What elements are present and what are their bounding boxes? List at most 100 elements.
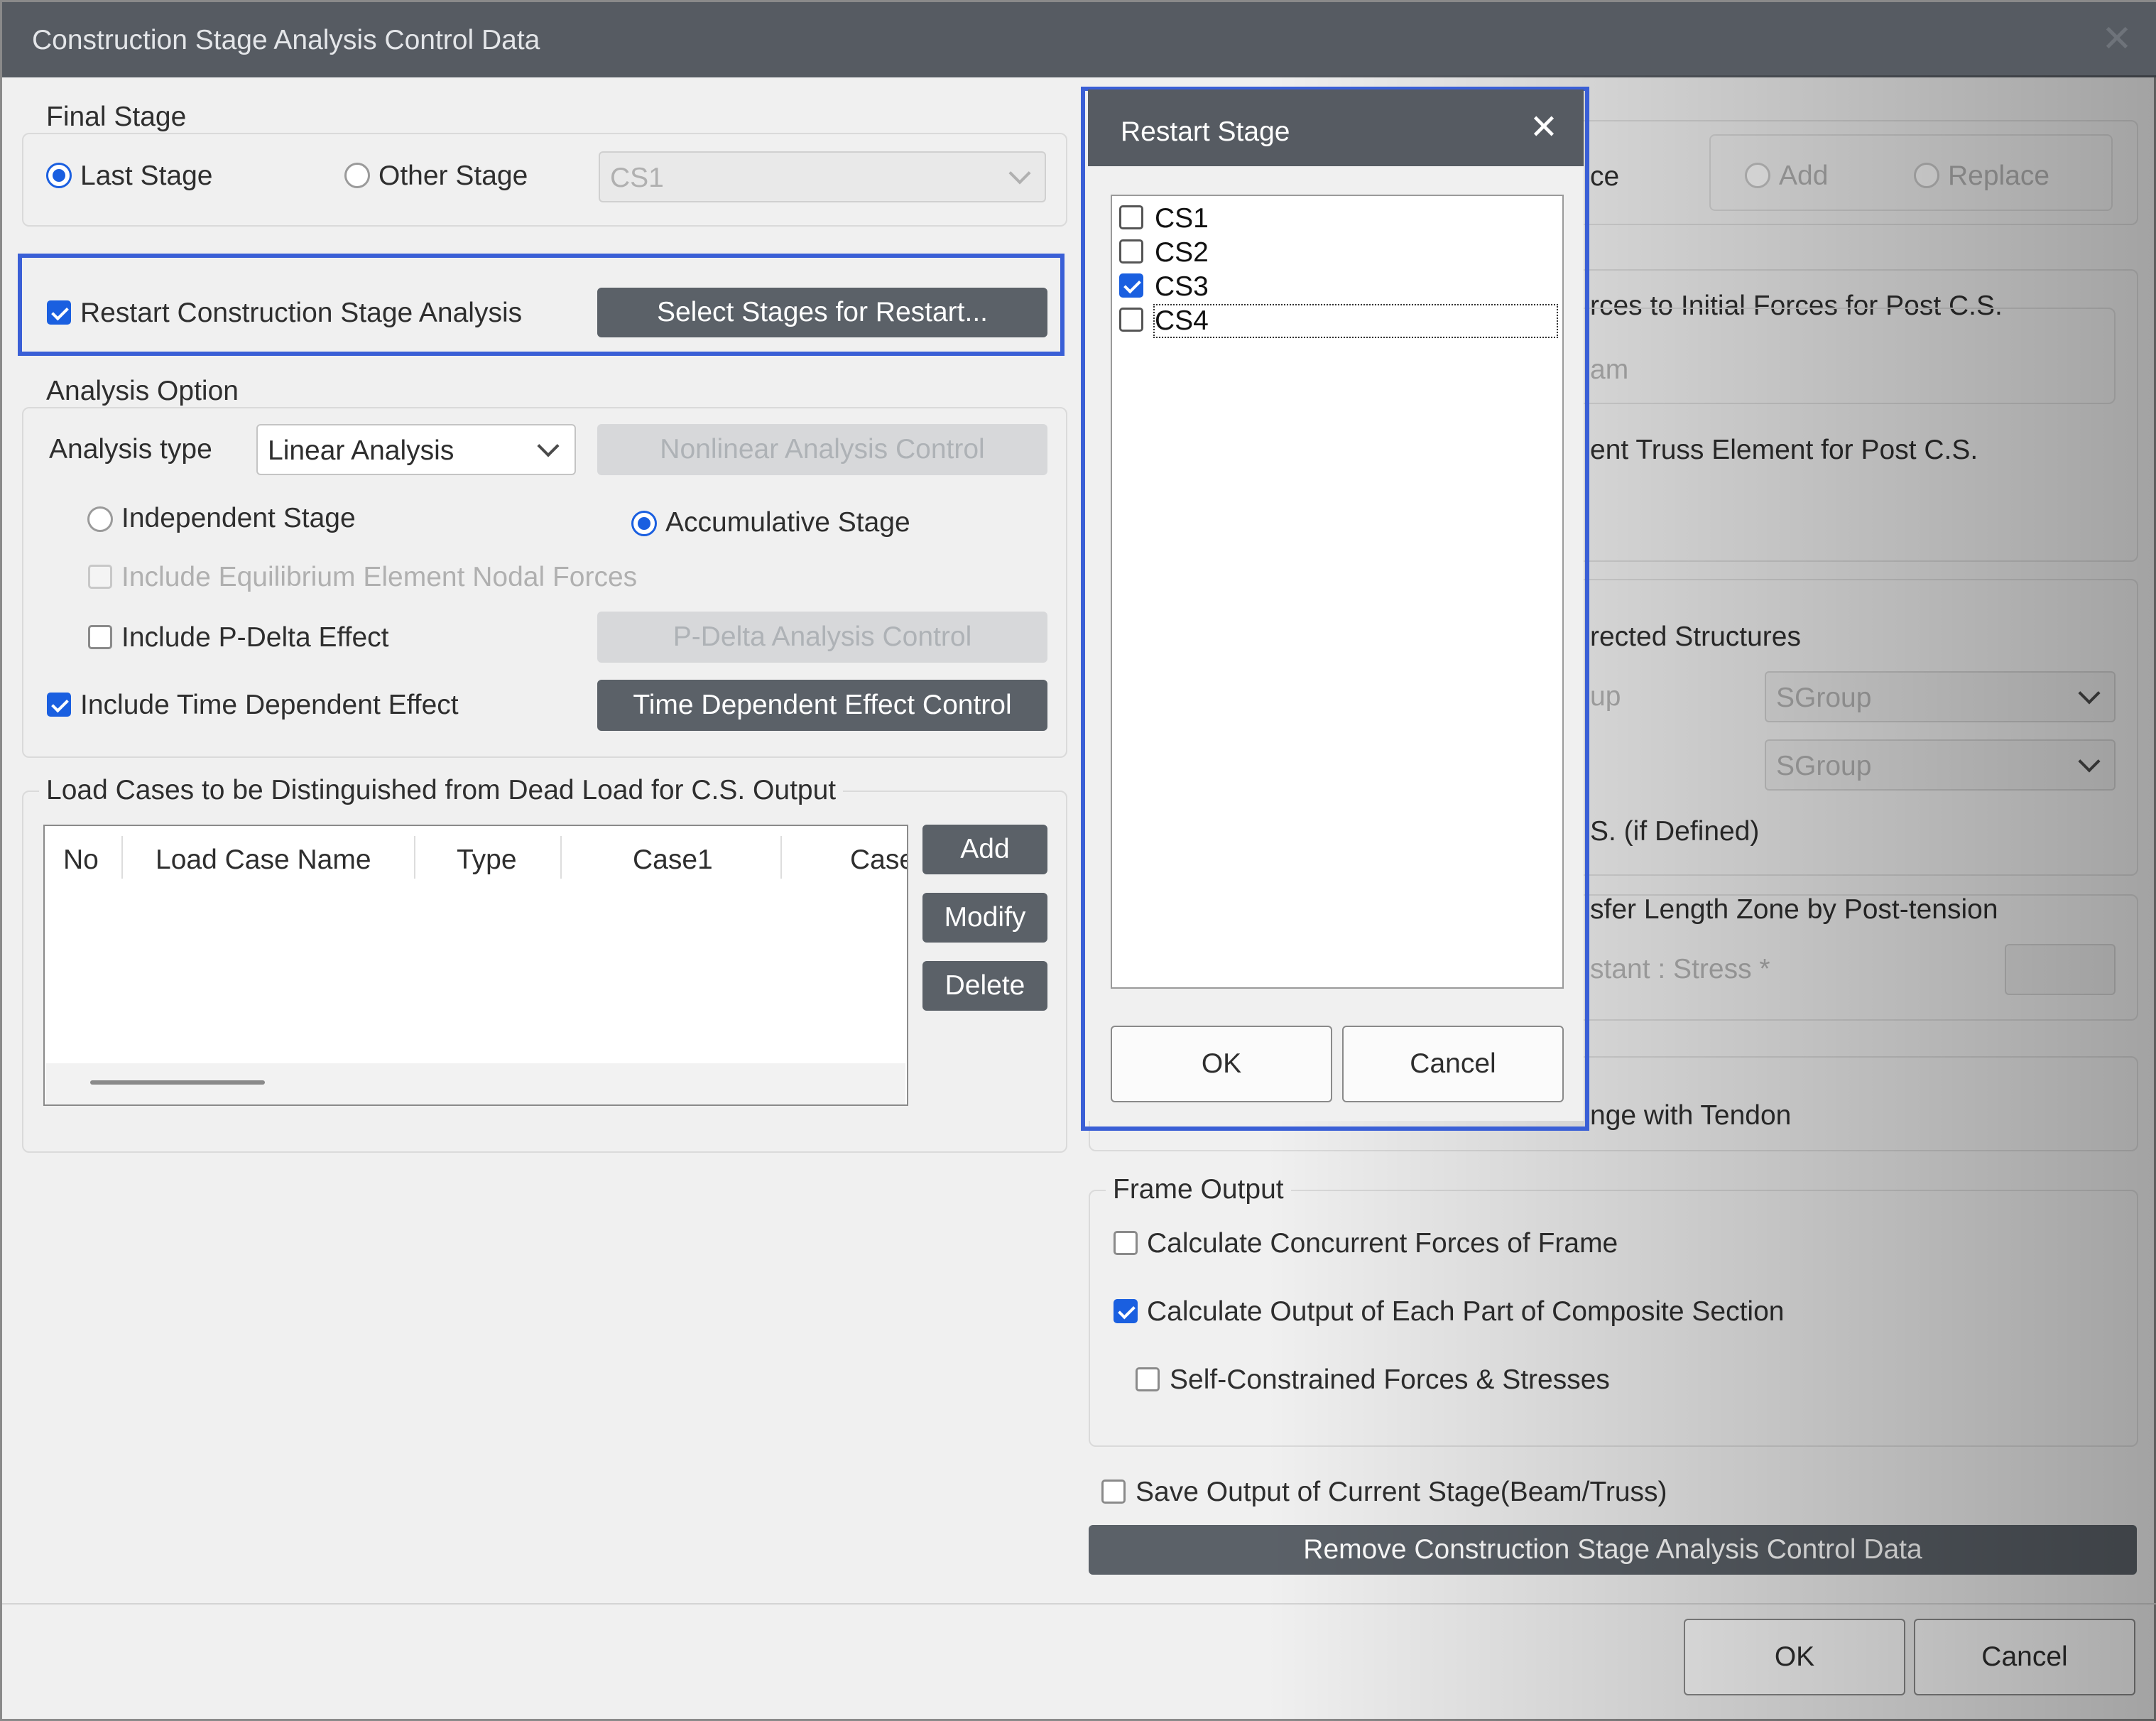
initial-forces-box xyxy=(1550,308,2116,404)
load-cases-table[interactable]: No Load Case Name Type Case1 Case xyxy=(43,825,908,1106)
independent-stage-label: Independent Stage xyxy=(121,503,356,533)
footer-divider xyxy=(2,1603,2156,1605)
accumulative-stage-label: Accumulative Stage xyxy=(665,507,910,538)
chevron-down-icon xyxy=(2078,682,2101,705)
self-constrained-label: Self-Constrained Forces & Stresses xyxy=(1170,1364,1610,1395)
up-label: up xyxy=(1590,681,1621,712)
sgroup-select-1-value: SGroup xyxy=(1776,683,1872,713)
stage-label: CS1 xyxy=(1155,203,1209,234)
stage-label: CS2 xyxy=(1155,237,1209,268)
restart-analysis-checkbox[interactable] xyxy=(47,300,71,325)
sgroup-select-1[interactable]: SGroup xyxy=(1765,671,2116,722)
remove-control-data-button[interactable]: Remove Construction Stage Analysis Contr… xyxy=(1089,1525,2137,1575)
equilibrium-checkbox[interactable] xyxy=(88,565,112,589)
analysis-type-label: Analysis type xyxy=(49,434,212,465)
independent-stage-radio[interactable] xyxy=(87,506,113,532)
ce-label: ce xyxy=(1590,161,1620,192)
final-stage-label: Final Stage xyxy=(39,103,194,131)
delete-load-case-button[interactable]: Delete xyxy=(922,961,1047,1011)
other-stage-select-value: CS1 xyxy=(610,163,664,193)
tendon-label: nge with Tendon xyxy=(1590,1100,1792,1131)
horizontal-scrollbar[interactable] xyxy=(46,1063,905,1104)
stage-label: CS3 xyxy=(1155,271,1209,302)
nonlinear-analysis-button[interactable]: Nonlinear Analysis Control xyxy=(597,424,1047,475)
other-stage-select[interactable]: CS1 xyxy=(599,151,1046,202)
popup-ok-button[interactable]: OK xyxy=(1111,1026,1332,1102)
composite-section-label: Calculate Output of Each Part of Composi… xyxy=(1147,1296,1785,1327)
column-header-type[interactable]: Type xyxy=(457,846,517,874)
time-dependent-checkbox[interactable] xyxy=(47,693,71,717)
window-title: Construction Stage Analysis Control Data xyxy=(32,25,540,55)
close-icon[interactable]: ✕ xyxy=(2097,19,2137,59)
popup-cancel-button[interactable]: Cancel xyxy=(1342,1026,1564,1102)
stage-checkbox-cs3[interactable] xyxy=(1119,273,1143,298)
analysis-type-value: Linear Analysis xyxy=(268,435,454,466)
stage-checkbox-cs4[interactable] xyxy=(1119,308,1143,332)
column-divider xyxy=(560,836,562,879)
select-stages-button[interactable]: Select Stages for Restart... xyxy=(597,288,1047,337)
cancel-button[interactable]: Cancel xyxy=(1914,1619,2135,1695)
column-divider xyxy=(414,836,415,879)
replace-radio[interactable] xyxy=(1914,163,1939,188)
truss-element-label: ent Truss Element for Post C.S. xyxy=(1590,435,1978,465)
other-stage-label: Other Stage xyxy=(379,161,528,191)
focus-rect xyxy=(1153,304,1558,338)
popup-title-bar: Restart Stage ✕ xyxy=(1088,89,1584,166)
title-bar: Construction Stage Analysis Control Data… xyxy=(2,2,2156,77)
column-header-name[interactable]: Load Case Name xyxy=(156,846,371,874)
transfer-length-label: sfer Length Zone by Post-tension xyxy=(1590,894,1998,925)
accumulative-stage-radio[interactable] xyxy=(631,511,657,536)
self-constrained-checkbox[interactable] xyxy=(1136,1367,1160,1391)
column-header-case2[interactable]: Case xyxy=(850,846,907,874)
popup-title: Restart Stage xyxy=(1121,116,1290,147)
restart-stage-dialog: Restart Stage ✕ CS1 CS2 CS3 CS4 OK Cance… xyxy=(1088,89,1584,1121)
column-header-case1[interactable]: Case1 xyxy=(633,846,713,874)
chevron-down-icon xyxy=(537,435,560,457)
sgroup-select-2[interactable]: SGroup xyxy=(1765,739,2116,791)
stage-list[interactable]: CS1 CS2 CS3 CS4 xyxy=(1111,195,1564,989)
save-output-checkbox[interactable] xyxy=(1101,1480,1126,1504)
add-load-case-button[interactable]: Add xyxy=(922,825,1047,874)
pdelta-control-button[interactable]: P-Delta Analysis Control xyxy=(597,612,1047,663)
other-stage-radio[interactable] xyxy=(344,163,370,188)
time-dependent-button[interactable]: Time Dependent Effect Control xyxy=(597,680,1047,731)
composite-section-checkbox[interactable] xyxy=(1114,1299,1138,1323)
analysis-option-label: Analysis Option xyxy=(39,377,246,405)
last-stage-radio[interactable] xyxy=(46,163,72,188)
pdelta-label: Include P-Delta Effect xyxy=(121,622,389,653)
column-divider xyxy=(121,836,123,879)
frame-output-label: Frame Output xyxy=(1106,1176,1291,1203)
sgroup-select-2-value: SGroup xyxy=(1776,751,1872,781)
main-dialog: Construction Stage Analysis Control Data… xyxy=(0,0,2156,1721)
load-cases-label: Load Cases to be Distinguished from Dead… xyxy=(39,776,844,804)
scrollbar-thumb[interactable] xyxy=(90,1080,265,1085)
pdelta-checkbox[interactable] xyxy=(88,625,112,649)
save-output-label: Save Output of Current Stage(Beam/Truss) xyxy=(1136,1477,1667,1507)
replace-radio-label: Replace xyxy=(1948,161,2050,191)
erected-structures-label: rected Structures xyxy=(1590,621,1801,652)
add-radio-label: Add xyxy=(1779,161,1829,191)
if-defined-label: S. (if Defined) xyxy=(1590,816,1760,847)
close-icon[interactable]: ✕ xyxy=(1525,109,1562,146)
chevron-down-icon xyxy=(2078,750,2101,773)
stress-input[interactable] xyxy=(2005,944,2116,995)
time-dependent-label: Include Time Dependent Effect xyxy=(80,690,459,720)
analysis-type-select[interactable]: Linear Analysis xyxy=(256,424,576,475)
last-stage-label: Last Stage xyxy=(80,161,213,191)
stage-checkbox-cs1[interactable] xyxy=(1119,205,1143,229)
restart-analysis-label: Restart Construction Stage Analysis xyxy=(80,298,523,328)
column-header-no[interactable]: No xyxy=(63,846,99,874)
stage-label: CS4 xyxy=(1155,305,1209,336)
modify-load-case-button[interactable]: Modify xyxy=(922,893,1047,943)
equilibrium-label: Include Equilibrium Element Nodal Forces xyxy=(121,562,638,592)
add-radio[interactable] xyxy=(1745,163,1770,188)
concurrent-forces-checkbox[interactable] xyxy=(1114,1231,1138,1255)
table-header: No Load Case Name Type Case1 Case xyxy=(45,826,907,890)
chevron-down-icon xyxy=(1008,162,1031,185)
ok-button[interactable]: OK xyxy=(1684,1619,1905,1695)
stant-stress-label: stant : Stress * xyxy=(1590,954,1770,984)
column-divider xyxy=(780,836,782,879)
stage-checkbox-cs2[interactable] xyxy=(1119,239,1143,264)
concurrent-forces-label: Calculate Concurrent Forces of Frame xyxy=(1147,1228,1618,1259)
am-label: am xyxy=(1590,354,1629,385)
